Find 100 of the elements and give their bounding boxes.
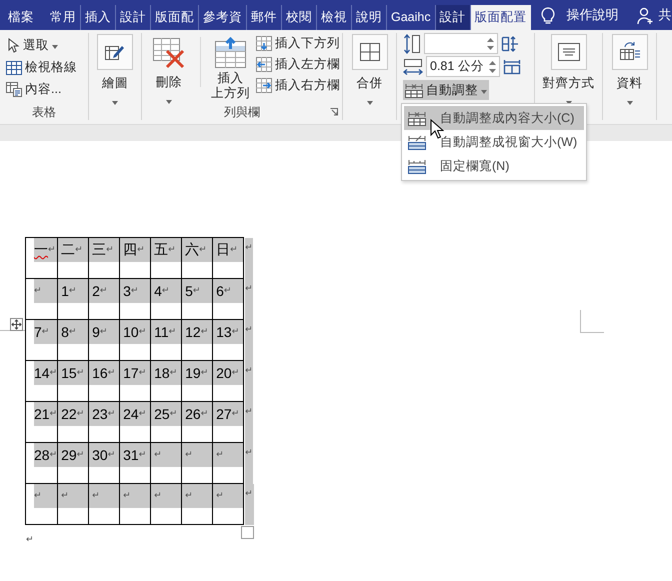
cell-end-mark: ↵ <box>200 327 208 337</box>
table-cell-text: 日 <box>216 241 230 259</box>
delete-table-icon <box>152 37 186 69</box>
cell-end-mark: ↵ <box>106 245 114 255</box>
column-width-field[interactable]: 0.81 公分 <box>426 56 500 77</box>
table-cell-text: 六 <box>185 241 200 259</box>
cell-end-mark: ↵ <box>50 409 58 419</box>
row-end-mark: ↵ <box>245 366 253 376</box>
tell-me-search[interactable]: 操作說明 <box>566 0 619 30</box>
table-properties-icon <box>6 82 22 97</box>
table-cell-text: 12 <box>185 324 201 340</box>
fixed-column-width-icon <box>408 158 426 174</box>
cell-end-mark: ↵ <box>199 245 207 255</box>
cell-end-mark: ↵ <box>200 409 208 419</box>
table-cell-text: 9 <box>92 324 100 340</box>
table-cell-text: 15 <box>61 365 77 381</box>
table-cell-text: 19 <box>185 365 201 381</box>
caret-icon <box>481 90 487 94</box>
properties-button[interactable]: 內容... <box>4 79 64 100</box>
cell-end-mark: ↵ <box>130 286 138 296</box>
cell-end-mark: ↵ <box>68 286 76 296</box>
cell-end-mark: ↵ <box>168 327 176 337</box>
cell-end-mark: ↵ <box>232 409 240 419</box>
spinner-arrows-icon[interactable] <box>487 38 494 50</box>
ribbon-tab[interactable]: 版面配置 <box>470 5 531 30</box>
cell-end-mark: ↵ <box>185 491 193 501</box>
group-label: 列與欄 <box>224 104 260 120</box>
button-label: 插入 上方列 <box>211 71 250 101</box>
insert-left-button[interactable]: 插入左方欄 <box>254 54 342 75</box>
cell-end-mark: ↵ <box>75 245 83 255</box>
lightbulb-icon <box>540 7 555 25</box>
table-resize-handle[interactable] <box>241 526 254 539</box>
autofit-contents-icon <box>408 110 426 126</box>
cell-end-mark: ↵ <box>185 450 193 460</box>
table-cell-text: 13 <box>216 324 232 340</box>
table-cell-text: 4 <box>154 283 162 299</box>
insert-row-below-icon <box>256 36 272 51</box>
select-button[interactable]: 選取 <box>4 35 60 56</box>
cell-end-mark: ↵ <box>76 368 84 378</box>
delete-button[interactable]: 刪除 <box>152 33 186 104</box>
autofit-window-icon <box>408 134 426 150</box>
cell-end-mark: ↵ <box>170 368 178 378</box>
table-cell-text: 3 <box>123 283 131 299</box>
table-cell-text: 一 <box>34 241 48 259</box>
insert-row-above-icon <box>214 37 248 69</box>
share-person-icon <box>636 7 655 25</box>
cell-end-mark: ↵ <box>34 491 42 501</box>
autofit-table-icon <box>405 82 423 98</box>
cell-end-mark: ↵ <box>224 286 232 296</box>
insert-right-button[interactable]: 插入右方欄 <box>254 75 342 96</box>
table-cell-text: 7 <box>34 324 42 340</box>
table-cell-text: 18 <box>154 365 170 381</box>
table-cell-text: 24 <box>123 406 139 422</box>
cell-end-mark: ↵ <box>50 368 58 378</box>
menu-item[interactable]: 固定欄寬(N) <box>404 154 584 178</box>
table-cell-text: 17 <box>123 365 139 381</box>
table-cell-text: 五 <box>154 241 168 259</box>
caret-icon <box>112 101 118 105</box>
table-cell-text: 21 <box>34 406 50 422</box>
group-label: 表格 <box>32 104 56 120</box>
table-cell-text: 27 <box>216 406 232 422</box>
cell-end-mark: ↵ <box>154 491 162 501</box>
insert-below-button[interactable]: 插入下方列 <box>254 33 342 54</box>
cell-end-mark: ↵ <box>200 368 208 378</box>
spinner-arrows-icon[interactable] <box>489 60 496 72</box>
table-cell-text: 20 <box>216 365 232 381</box>
table-cell-text: 14 <box>34 365 50 381</box>
menu-item[interactable]: 自動調整成視窗大小(W) <box>404 130 584 154</box>
cell-end-mark: ↵ <box>192 286 200 296</box>
table-cell-text: 31 <box>123 447 139 463</box>
share-label[interactable]: 共 <box>658 0 672 30</box>
cell-end-mark: ↵ <box>92 491 100 501</box>
ribbon-tab[interactable]: 檔案 <box>0 5 46 30</box>
cell-end-mark: ↵ <box>61 491 69 501</box>
cell-end-mark: ↵ <box>68 327 76 337</box>
cell-end-mark: ↵ <box>138 450 146 460</box>
dialog-launcher-icon[interactable] <box>330 108 338 116</box>
cell-end-mark: ↵ <box>154 450 162 460</box>
insert-column-left-icon <box>256 57 272 72</box>
ribbon-tab[interactable]: 設計 <box>436 5 471 30</box>
caret-icon <box>366 101 372 105</box>
row-height-field[interactable] <box>424 33 498 54</box>
text-align-icon <box>558 43 580 61</box>
menu-item[interactable]: 自動調整成內容大小(C) <box>404 106 584 130</box>
table-cell-text: 16 <box>92 365 108 381</box>
cell-end-mark: ↵ <box>230 245 238 255</box>
row-height-icon <box>403 34 421 54</box>
table-cell-text: 10 <box>123 324 139 340</box>
table-cell-text: 四 <box>123 241 138 259</box>
caret-icon <box>166 100 172 104</box>
cell-end-mark: ↵ <box>123 491 131 501</box>
table-move-handle-icon[interactable] <box>10 318 23 331</box>
cell-end-mark: ↵ <box>108 368 116 378</box>
table-cell-text: 1 <box>61 283 69 299</box>
insert-above-button[interactable]: 插入 上方列 <box>211 33 250 101</box>
autofit-button[interactable]: 自動調整 <box>403 80 489 100</box>
view-gridlines-button[interactable]: 檢視格線 <box>4 57 79 78</box>
cell-end-mark: ↵ <box>42 327 50 337</box>
caret-icon <box>626 101 632 105</box>
cell-end-mark: ↵ <box>162 286 170 296</box>
